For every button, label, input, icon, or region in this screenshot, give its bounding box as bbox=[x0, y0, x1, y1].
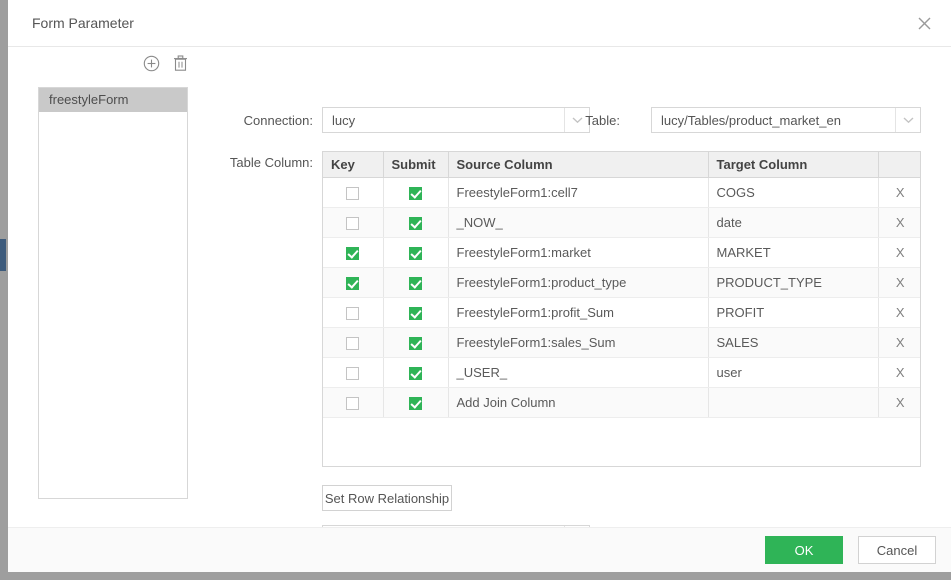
ok-button[interactable]: OK bbox=[765, 536, 843, 564]
target-column-cell[interactable]: date bbox=[708, 207, 879, 238]
submit-checkbox[interactable] bbox=[409, 216, 422, 230]
key-checkbox-cell[interactable] bbox=[323, 297, 384, 328]
table-column-table: Key Submit Source Column Target Column F… bbox=[323, 152, 920, 418]
table-row[interactable]: FreestyleForm1:profit_Sum PROFIT X bbox=[323, 297, 920, 328]
table-row[interactable]: FreestyleForm1:product_type PRODUCT_TYPE X bbox=[323, 267, 920, 298]
key-checkbox-cell[interactable] bbox=[323, 207, 384, 238]
table-row[interactable]: _USER_ user X bbox=[323, 357, 920, 388]
target-column-cell[interactable]: user bbox=[708, 357, 879, 388]
target-column-cell[interactable]: MARKET bbox=[708, 237, 879, 268]
delete-row-button[interactable]: X bbox=[878, 207, 920, 238]
close-icon[interactable] bbox=[911, 10, 937, 36]
forms-toolbar bbox=[38, 54, 190, 73]
dialog-titlebar: Form Parameter bbox=[8, 0, 951, 47]
submit-checkbox[interactable] bbox=[409, 336, 422, 350]
key-checkbox[interactable] bbox=[346, 396, 360, 410]
connection-label: Connection: bbox=[243, 113, 313, 128]
submit-checkbox-cell[interactable] bbox=[383, 387, 449, 418]
key-checkbox-cell[interactable] bbox=[323, 237, 384, 268]
add-circle-icon[interactable] bbox=[142, 54, 161, 73]
target-column-cell[interactable]: SALES bbox=[708, 327, 879, 358]
submit-checkbox[interactable] bbox=[409, 246, 422, 260]
target-column-cell[interactable] bbox=[708, 387, 879, 418]
table-row[interactable]: FreestyleForm1:cell7 COGS X bbox=[323, 177, 920, 208]
table-row[interactable]: FreestyleForm1:market MARKET X bbox=[323, 237, 920, 268]
table-row[interactable]: Add Join Column X bbox=[323, 387, 920, 418]
key-checkbox-cell[interactable] bbox=[323, 327, 384, 358]
key-checkbox[interactable] bbox=[346, 216, 360, 230]
delete-row-button[interactable]: X bbox=[878, 387, 920, 418]
delete-row-button[interactable]: X bbox=[878, 327, 920, 358]
key-checkbox-cell[interactable] bbox=[323, 177, 384, 208]
key-checkbox-cell[interactable] bbox=[323, 387, 384, 418]
app-rail-active-indicator bbox=[0, 239, 6, 271]
delete-row-button[interactable]: X bbox=[878, 237, 920, 268]
submit-checkbox[interactable] bbox=[409, 306, 422, 320]
trash-icon[interactable] bbox=[171, 54, 190, 73]
key-checkbox-cell[interactable] bbox=[323, 357, 384, 388]
key-checkbox[interactable] bbox=[346, 306, 360, 320]
key-checkbox-cell[interactable] bbox=[323, 267, 384, 298]
app-left-rail bbox=[0, 0, 8, 580]
table-row[interactable]: _NOW_ date X bbox=[323, 207, 920, 238]
delete-row-button[interactable]: X bbox=[878, 267, 920, 298]
key-checkbox[interactable] bbox=[346, 276, 360, 290]
submit-checkbox-cell[interactable] bbox=[383, 357, 449, 388]
column-header-key: Key bbox=[323, 152, 384, 178]
submit-checkbox-cell[interactable] bbox=[383, 177, 449, 208]
target-column-cell[interactable]: COGS bbox=[708, 177, 879, 208]
source-column-cell[interactable]: FreestyleForm1:product_type bbox=[448, 267, 709, 298]
table-header-row: Key Submit Source Column Target Column bbox=[323, 152, 920, 178]
column-header-submit: Submit bbox=[383, 152, 449, 178]
dialog-title: Form Parameter bbox=[32, 15, 134, 31]
source-column-cell[interactable]: FreestyleForm1:cell7 bbox=[448, 177, 709, 208]
column-header-target: Target Column bbox=[708, 152, 879, 178]
submit-checkbox[interactable] bbox=[409, 186, 422, 200]
connection-select[interactable]: lucy bbox=[322, 107, 590, 133]
table-column-label: Table Column: bbox=[229, 155, 313, 170]
key-checkbox[interactable] bbox=[346, 366, 360, 380]
source-column-cell[interactable]: FreestyleForm1:profit_Sum bbox=[448, 297, 709, 328]
delete-row-button[interactable]: X bbox=[878, 357, 920, 388]
source-column-cell[interactable]: _NOW_ bbox=[448, 207, 709, 238]
submit-checkbox-cell[interactable] bbox=[383, 207, 449, 238]
list-item[interactable]: freestyleForm bbox=[39, 88, 187, 112]
table-select[interactable]: lucy/Tables/product_market_en bbox=[651, 107, 921, 133]
submit-checkbox[interactable] bbox=[409, 276, 422, 290]
table-row[interactable]: FreestyleForm1:sales_Sum SALES X bbox=[323, 327, 920, 358]
submit-checkbox[interactable] bbox=[409, 366, 422, 380]
connection-value: lucy bbox=[332, 112, 356, 128]
form-parameter-dialog: Form Parameter freestyleForm Connection:… bbox=[8, 0, 951, 572]
delete-row-button[interactable]: X bbox=[878, 297, 920, 328]
source-column-cell[interactable]: FreestyleForm1:market bbox=[448, 237, 709, 268]
key-checkbox[interactable] bbox=[346, 186, 360, 200]
cancel-button[interactable]: Cancel bbox=[858, 536, 936, 564]
submit-checkbox-cell[interactable] bbox=[383, 297, 449, 328]
chevron-down-icon[interactable] bbox=[895, 108, 920, 132]
target-column-cell[interactable]: PRODUCT_TYPE bbox=[708, 267, 879, 298]
key-checkbox[interactable] bbox=[346, 246, 360, 260]
submit-checkbox-cell[interactable] bbox=[383, 237, 449, 268]
submit-checkbox-cell[interactable] bbox=[383, 327, 449, 358]
table-column-grid[interactable]: Key Submit Source Column Target Column F… bbox=[322, 151, 921, 467]
source-column-cell[interactable]: Add Join Column bbox=[448, 387, 709, 418]
source-column-cell[interactable]: _USER_ bbox=[448, 357, 709, 388]
dialog-body: freestyleForm Connection: lucy Table: lu… bbox=[8, 47, 951, 551]
source-column-cell[interactable]: FreestyleForm1:sales_Sum bbox=[448, 327, 709, 358]
dialog-footer: OK Cancel bbox=[8, 527, 951, 572]
target-column-cell[interactable]: PROFIT bbox=[708, 297, 879, 328]
submit-checkbox-cell[interactable] bbox=[383, 267, 449, 298]
column-header-source: Source Column bbox=[448, 152, 709, 178]
table-value: lucy/Tables/product_market_en bbox=[661, 112, 841, 128]
submit-checkbox[interactable] bbox=[409, 396, 422, 410]
column-header-delete bbox=[878, 152, 920, 178]
table-label: Table: bbox=[585, 113, 620, 128]
set-row-relationship-button[interactable]: Set Row Relationship bbox=[322, 485, 452, 511]
delete-row-button[interactable]: X bbox=[878, 177, 920, 208]
key-checkbox[interactable] bbox=[346, 336, 360, 350]
forms-list[interactable]: freestyleForm bbox=[38, 87, 188, 499]
